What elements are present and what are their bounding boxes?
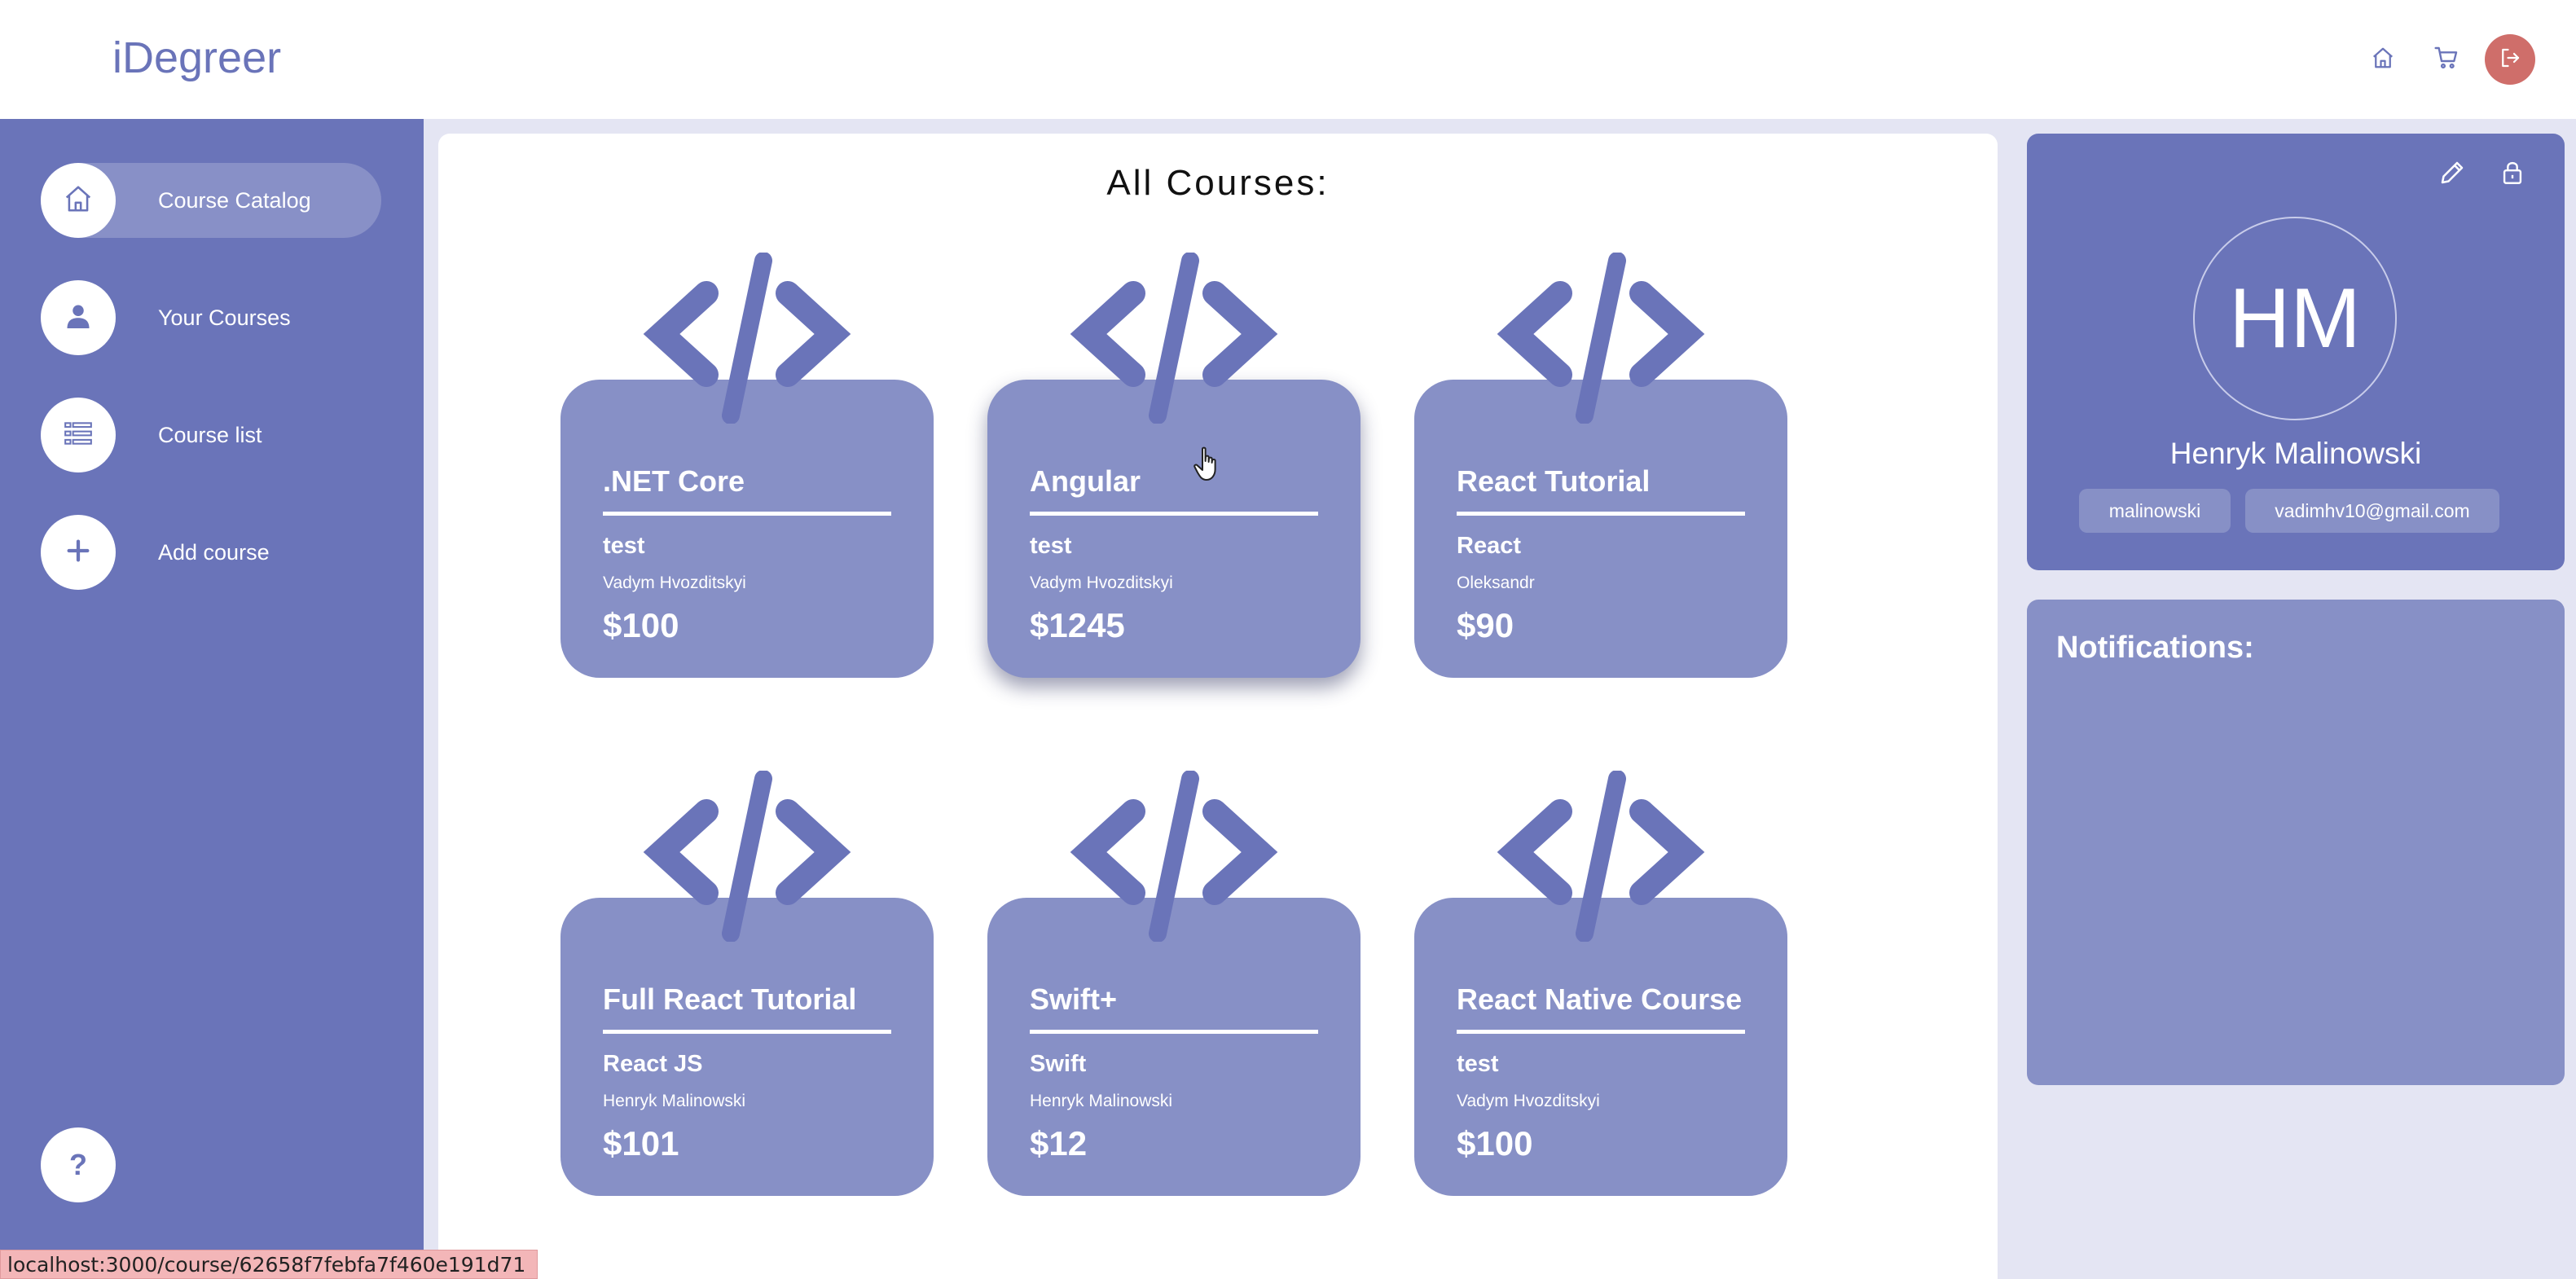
pencil-icon[interactable] — [2434, 155, 2470, 191]
lock-icon[interactable] — [2495, 155, 2530, 191]
sidebar-item-add-course[interactable]: Add course — [41, 515, 381, 590]
top-header: iDegreer — [0, 0, 2576, 119]
code-icon — [643, 253, 851, 424]
help-icon: ? — [69, 1148, 87, 1181]
course-title: Swift+ — [1030, 982, 1118, 1016]
course-title: React Native Course — [1457, 982, 1743, 1016]
sidebar-item-label: Your Courses — [158, 305, 291, 330]
course-author: Vadym Hvozditskyi — [603, 574, 746, 592]
sidebar-item-label: Course list — [158, 422, 262, 447]
course-card[interactable]: .NET Core test Vadym Hvozditskyi $100 — [560, 380, 934, 678]
course-price: $1245 — [1030, 606, 1125, 644]
course-author: Vadym Hvozditskyi — [1457, 1092, 1600, 1110]
course-title: Full React Tutorial — [603, 982, 857, 1016]
cart-icon[interactable] — [2426, 37, 2467, 78]
course-category: test — [603, 533, 645, 559]
email-chip: vadimhv10@gmail.com — [2245, 489, 2499, 533]
sidebar: Course Catalog Your Courses Course list — [0, 119, 424, 1279]
course-card[interactable]: Angular test Vadym Hvozditskyi $1245 — [987, 380, 1361, 678]
course-title: .NET Core — [603, 464, 745, 498]
divider — [603, 1030, 891, 1034]
course-price: $90 — [1457, 606, 1514, 644]
divider — [1030, 1030, 1318, 1034]
user-icon — [64, 301, 93, 335]
course-catalog-panel: All Courses: .NET Core test Vadym Hvozdi… — [438, 134, 1998, 1279]
course-title: Angular — [1030, 464, 1141, 498]
sidebar-item-label: Add course — [158, 539, 270, 565]
sidebar-item-course-list[interactable]: Course list — [41, 398, 381, 472]
course-author: Oleksandr — [1457, 574, 1535, 592]
home-icon[interactable] — [2363, 37, 2403, 78]
code-icon — [1070, 771, 1278, 942]
page-title: All Courses: — [1106, 163, 1330, 203]
logout-button[interactable] — [2485, 34, 2535, 85]
sidebar-item-label: Course Catalog — [158, 187, 311, 213]
divider — [1457, 512, 1745, 516]
course-category: test — [1457, 1051, 1499, 1077]
logout-icon — [2498, 46, 2522, 74]
avatar-initials: HM — [2229, 270, 2361, 366]
course-author: Henryk Malinowski — [1030, 1092, 1173, 1110]
code-icon — [1497, 771, 1705, 942]
course-card[interactable]: Swift+ Swift Henryk Malinowski $12 — [987, 898, 1361, 1196]
sidebar-item-course-catalog[interactable]: Course Catalog — [41, 163, 381, 238]
plus-icon — [64, 537, 92, 569]
course-card[interactable]: React Native Course test Vadym Hvozditsk… — [1414, 898, 1787, 1196]
app-logo[interactable]: iDegreer — [112, 33, 281, 83]
divider — [603, 512, 891, 516]
profile-card: HM Henryk Malinowski malinowski vadimhv1… — [2027, 134, 2565, 570]
course-category: React JS — [603, 1051, 703, 1077]
list-icon — [63, 418, 94, 453]
notifications-panel: Notifications: — [2027, 600, 2565, 1085]
sidebar-item-your-courses[interactable]: Your Courses — [41, 280, 381, 355]
course-author: Vadym Hvozditskyi — [1030, 574, 1173, 592]
course-price: $100 — [603, 606, 679, 644]
course-author: Henryk Malinowski — [603, 1092, 746, 1110]
course-price: $100 — [1457, 1124, 1533, 1163]
code-icon — [643, 771, 851, 942]
course-price: $101 — [603, 1124, 679, 1163]
help-button[interactable]: ? — [41, 1127, 116, 1202]
course-card[interactable]: Full React Tutorial React JS Henryk Mali… — [560, 898, 934, 1196]
course-category: Swift — [1030, 1051, 1087, 1077]
username-chip: malinowski — [2079, 489, 2231, 533]
course-category: React — [1457, 533, 1521, 559]
code-icon — [1497, 253, 1705, 424]
status-bar-url: localhost:3000/course/62658f7febfa7f460e… — [0, 1250, 538, 1279]
notifications-title: Notifications: — [2056, 631, 2254, 665]
course-title: React Tutorial — [1457, 464, 1651, 498]
course-category: test — [1030, 533, 1072, 559]
profile-name: Henryk Malinowski — [2169, 437, 2422, 470]
home-icon — [63, 183, 94, 218]
divider — [1457, 1030, 1745, 1034]
course-card[interactable]: React Tutorial React Oleksandr $90 — [1414, 380, 1787, 678]
avatar: HM — [2193, 217, 2397, 420]
hand-cursor-icon — [1193, 446, 1216, 481]
code-icon — [1070, 253, 1278, 424]
course-price: $12 — [1030, 1124, 1088, 1163]
divider — [1030, 512, 1318, 516]
